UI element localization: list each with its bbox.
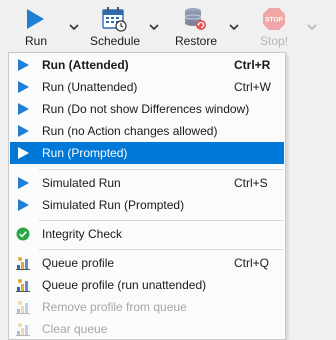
run-button[interactable]: Run xyxy=(20,0,50,52)
run-label: Run xyxy=(25,34,48,48)
menu-item-queue-profile-unattended[interactable]: Queue profile (run unattended) xyxy=(10,274,284,296)
calendar-icon xyxy=(102,7,127,32)
queue-icon xyxy=(16,323,30,336)
queue-icon xyxy=(16,279,30,292)
schedule-label: Schedule xyxy=(90,34,141,48)
menu-item-run-no-action-changes[interactable]: Run (no Action changes allowed) xyxy=(10,120,284,142)
menu-item-label: Clear queue xyxy=(42,322,108,336)
run-dropdown-chevron-icon[interactable] xyxy=(68,22,80,32)
menu-item-run-prompted[interactable]: Run (Prompted) xyxy=(10,142,284,164)
play-icon xyxy=(18,199,29,211)
restore-dropdown-chevron-icon[interactable] xyxy=(228,22,240,32)
play-icon xyxy=(18,103,29,115)
stop-sign-icon: STOP xyxy=(263,8,285,30)
menu-separator xyxy=(39,249,283,250)
database-restore-icon xyxy=(184,8,206,30)
play-icon xyxy=(18,81,29,93)
menu-item-run-attended[interactable]: Run (Attended) Ctrl+R xyxy=(10,54,284,76)
stop-sign-text: STOP xyxy=(265,17,283,24)
menu-separator xyxy=(39,169,283,170)
menu-item-queue-profile[interactable]: Queue profile Ctrl+Q xyxy=(10,252,284,274)
menu-item-clear-queue: Clear queue xyxy=(10,318,284,340)
menu-item-integrity-check[interactable]: Integrity Check xyxy=(10,223,284,245)
stop-button[interactable]: STOP Stop! xyxy=(258,0,290,52)
menu-item-simulated-run[interactable]: Simulated Run Ctrl+S xyxy=(10,172,284,194)
schedule-dropdown-chevron-icon[interactable] xyxy=(148,22,160,32)
menu-item-label: Run (Attended) xyxy=(42,58,129,72)
run-dropdown-menu: Run (Attended) Ctrl+R Run (Unattended) C… xyxy=(8,52,286,340)
menu-item-label: Queue profile xyxy=(42,256,115,270)
menu-item-run-no-differences[interactable]: Run (Do not show Differences window) xyxy=(10,98,284,120)
menu-separator xyxy=(39,220,283,221)
stop-label: Stop! xyxy=(260,34,289,48)
menu-item-label: Remove profile from queue xyxy=(42,300,187,314)
play-icon xyxy=(18,177,29,189)
menu-item-label: Run (no Action changes allowed) xyxy=(42,124,218,138)
schedule-button[interactable]: Schedule xyxy=(88,0,142,52)
restore-button[interactable]: Restore xyxy=(172,0,218,52)
toolbar: Run Schedule Restore STOP Stop! xyxy=(0,0,336,52)
menu-item-shortcut: Ctrl+W xyxy=(234,80,271,94)
menu-item-shortcut: Ctrl+S xyxy=(234,176,268,190)
play-icon xyxy=(18,147,29,159)
menu-item-label: Simulated Run xyxy=(42,176,121,190)
menu-item-label: Run (Do not show Differences window) xyxy=(42,102,250,116)
play-icon xyxy=(27,9,44,29)
play-icon xyxy=(18,59,29,71)
menu-item-label: Simulated Run (Prompted) xyxy=(42,198,185,212)
menu-item-simulated-run-prompted[interactable]: Simulated Run (Prompted) xyxy=(10,194,284,216)
menu-item-remove-from-queue: Remove profile from queue xyxy=(10,296,284,318)
stop-dropdown-chevron-icon xyxy=(307,24,317,31)
menu-item-shortcut: Ctrl+Q xyxy=(234,256,270,270)
menu-item-run-unattended[interactable]: Run (Unattended) Ctrl+W xyxy=(10,76,284,98)
queue-icon xyxy=(16,257,30,270)
menu-item-shortcut: Ctrl+R xyxy=(234,58,271,72)
queue-icon xyxy=(16,301,30,314)
menu-item-label: Run (Prompted) xyxy=(42,146,128,160)
restore-label: Restore xyxy=(175,34,218,48)
menu-item-label: Run (Unattended) xyxy=(42,80,138,94)
play-icon xyxy=(18,125,29,137)
check-circle-icon xyxy=(16,227,30,241)
menu-item-label: Integrity Check xyxy=(42,227,123,241)
menu-item-label: Queue profile (run unattended) xyxy=(42,278,207,292)
